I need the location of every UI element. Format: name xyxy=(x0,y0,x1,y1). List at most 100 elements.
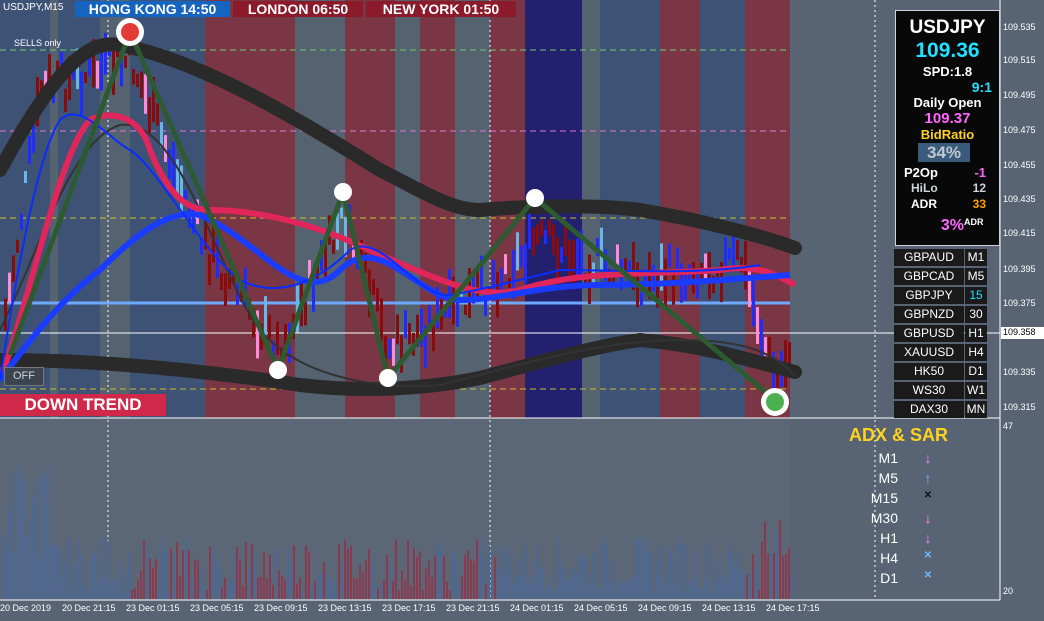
volume-bar xyxy=(290,561,292,599)
arrow-down-icon: ↓ xyxy=(924,510,932,526)
volume-bar xyxy=(83,586,85,599)
volume-bar xyxy=(554,589,556,599)
candle xyxy=(12,255,15,282)
volume-bar xyxy=(581,557,583,599)
pair-button[interactable]: GBPNZD xyxy=(894,306,964,323)
volume-bar xyxy=(590,571,592,599)
time-axis-label: 23 Dec 21:15 xyxy=(446,603,500,613)
adx-sar-title: ADX & SAR xyxy=(849,425,949,445)
volume-bar xyxy=(608,582,610,599)
pair-button[interactable]: GBPUSD xyxy=(894,325,964,342)
price-axis-label: 109.435 xyxy=(1003,194,1036,204)
volume-bar xyxy=(764,521,766,599)
volume-bar xyxy=(551,588,553,599)
volume-bar xyxy=(260,576,262,599)
candle xyxy=(392,338,395,366)
volume-bar xyxy=(467,549,469,599)
volume-bar xyxy=(728,539,730,599)
pair-button[interactable]: GBPJPY xyxy=(894,287,964,304)
volume-bar xyxy=(224,577,226,599)
volume-bar xyxy=(287,549,289,599)
adx-row-d1: D1 ✕ xyxy=(862,570,942,590)
pair-button[interactable]: WS30 xyxy=(894,382,964,399)
timeframe-button[interactable]: 15 xyxy=(965,287,987,304)
volume-bar xyxy=(695,548,697,599)
info-ratio: 9:1 xyxy=(971,79,992,95)
volume-bar xyxy=(710,590,712,599)
volume-bar xyxy=(242,585,244,599)
volume-bar xyxy=(515,576,517,599)
swing-point-marker xyxy=(334,183,352,201)
volume-bar xyxy=(431,577,433,599)
candle xyxy=(600,227,603,272)
arrow-down-icon: ↓ xyxy=(924,450,932,466)
volume-bar xyxy=(128,552,130,599)
candle xyxy=(652,264,655,292)
candle xyxy=(268,314,271,339)
pair-button[interactable]: GBPCAD xyxy=(894,268,964,285)
candle xyxy=(304,301,307,326)
candle xyxy=(144,74,147,114)
volume-bar xyxy=(356,578,358,599)
volume-bar xyxy=(737,550,739,599)
price-axis-label: 109.495 xyxy=(1003,90,1036,100)
volume-bar xyxy=(476,539,478,599)
volume-bar xyxy=(257,577,259,599)
candle xyxy=(520,245,523,268)
volume-bar xyxy=(371,562,373,599)
adr-value: 33 xyxy=(972,197,986,211)
candle xyxy=(504,254,507,275)
candle xyxy=(372,279,375,295)
timeframe-button[interactable]: M5 xyxy=(965,268,987,285)
candle xyxy=(448,268,451,319)
volume-bar xyxy=(119,562,121,599)
candle xyxy=(224,273,227,306)
volume-bar xyxy=(50,544,52,599)
volume-bar xyxy=(134,588,136,599)
volume-bar xyxy=(41,472,43,599)
pair-button[interactable]: DAX30 xyxy=(894,401,964,418)
timeframe-button[interactable]: H1 xyxy=(965,325,987,342)
off-button[interactable]: OFF xyxy=(4,367,44,386)
timeframe-button[interactable]: MN xyxy=(965,401,987,418)
pair-button[interactable]: HK50 xyxy=(894,363,964,380)
volume-bar xyxy=(374,584,376,599)
time-axis-label: 20 Dec 2019 xyxy=(0,603,52,613)
volume-bar xyxy=(437,540,439,599)
volume-bar xyxy=(47,465,49,599)
candle xyxy=(432,324,435,352)
candle xyxy=(456,300,459,327)
volume-bar xyxy=(200,565,202,599)
candle xyxy=(752,277,755,327)
pair-button[interactable]: XAUUSD xyxy=(894,344,964,361)
candle xyxy=(8,272,11,303)
volume-bar xyxy=(158,589,160,599)
volume-bar xyxy=(578,555,580,599)
volume-bar xyxy=(365,560,367,599)
bid-ratio-value: 34% xyxy=(918,143,970,162)
volume-bar xyxy=(425,568,427,599)
adx-timeframe: H4 xyxy=(880,550,898,566)
volume-bar xyxy=(635,539,637,599)
volume-bar xyxy=(533,582,535,599)
volume-bar xyxy=(788,548,790,599)
candle xyxy=(24,171,27,184)
volume-bar xyxy=(572,567,574,599)
candle xyxy=(80,71,83,116)
timeframe-button[interactable]: 30 xyxy=(965,306,987,323)
volume-bar xyxy=(629,580,631,599)
volume-bar xyxy=(446,581,448,599)
timeframe-button[interactable]: D1 xyxy=(965,363,987,380)
volume-bar xyxy=(725,580,727,599)
volume-bar xyxy=(131,589,133,599)
timeframe-button[interactable]: H4 xyxy=(965,344,987,361)
volume-bar xyxy=(518,559,520,599)
volume-bar xyxy=(92,548,94,599)
volume-bar xyxy=(32,498,34,599)
timeframe-button[interactable]: W1 xyxy=(965,382,987,399)
pair-button[interactable]: GBPAUD xyxy=(894,249,964,266)
time-axis-label: 23 Dec 09:15 xyxy=(254,603,308,613)
volume-bar xyxy=(461,576,463,599)
timeframe-button[interactable]: M1 xyxy=(965,249,987,266)
volume-bar xyxy=(311,587,313,599)
